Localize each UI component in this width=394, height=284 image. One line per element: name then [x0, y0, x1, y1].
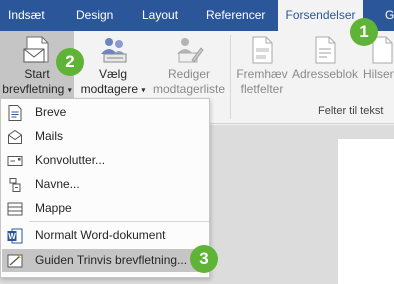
- start-mail-merge-menu: Breve Mails Konvolutter... Navne... Mapp…: [0, 98, 210, 278]
- highlight-merge-fields-button[interactable]: Fremhæv fletfelter: [233, 31, 291, 99]
- menu-item-directory[interactable]: Mappe: [2, 197, 209, 220]
- menu-item-letters-label: Breve: [35, 105, 67, 119]
- envelope-icon: [7, 156, 23, 166]
- select-recipients-label-2: modtagere ▾: [80, 82, 146, 96]
- menu-item-envelopes[interactable]: Konvolutter...: [2, 149, 209, 172]
- step-badge-3: 3: [190, 245, 218, 273]
- email-icon: [8, 129, 22, 144]
- step-badge-2: 2: [56, 48, 84, 76]
- highlight-merge-fields-label-2: fletfelter: [240, 82, 284, 96]
- edit-recipient-list-button[interactable]: Rediger modtagerliste: [150, 31, 228, 99]
- wizard-icon: [7, 254, 23, 268]
- labels-icon: [9, 178, 21, 192]
- menu-item-labels[interactable]: Navne...: [2, 173, 209, 196]
- highlight-merge-fields-icon: [252, 36, 273, 64]
- menu-item-normal-word-document-label: Normalt Word-dokument: [35, 228, 166, 242]
- select-recipients-icon: [101, 38, 127, 63]
- menu-item-envelopes-label: Konvolutter...: [35, 153, 106, 167]
- ribbon-group-label: Felter til tekst: [318, 105, 384, 117]
- menu-item-mail-merge-wizard-label: Guiden Trinvis brevfletning...: [35, 253, 188, 267]
- tab-insert[interactable]: Indsæt: [8, 0, 45, 31]
- tab-layout[interactable]: Layout: [142, 0, 178, 31]
- menu-separator: [29, 221, 209, 222]
- word-icon: W: [7, 228, 23, 244]
- address-block-label: Adresseblok: [291, 67, 359, 81]
- tab-references[interactable]: Referencer: [206, 0, 265, 31]
- letter-icon: [8, 105, 22, 121]
- menu-item-email-label: Mails: [35, 129, 64, 143]
- menu-item-normal-word-document[interactable]: W Normalt Word-dokument: [2, 224, 209, 247]
- edit-recipient-list-label-1: Rediger: [167, 67, 211, 81]
- ribbon-group-separator: [230, 35, 231, 119]
- start-mail-merge-icon: [23, 36, 49, 63]
- select-recipients-button[interactable]: Vælg modtagere ▾: [76, 31, 150, 99]
- menu-item-labels-label: Navne...: [35, 177, 80, 191]
- document-page[interactable]: [338, 139, 394, 284]
- step-badge-1: 1: [350, 18, 378, 46]
- edit-recipient-list-icon: [177, 38, 204, 63]
- ribbon-tab-bar: Indsæt Design Layout Referencer Forsende…: [0, 0, 394, 31]
- menu-item-letters[interactable]: Breve: [2, 101, 209, 124]
- address-block-button[interactable]: Adresseblok: [291, 31, 359, 99]
- menu-item-email[interactable]: Mails: [2, 125, 209, 148]
- menu-item-mail-merge-wizard[interactable]: Guiden Trinvis brevfletning...: [2, 249, 209, 272]
- edit-recipient-list-label-2: modtagerliste: [152, 82, 226, 96]
- address-block-icon: [315, 36, 336, 64]
- select-recipients-label-1: Vælg: [98, 67, 127, 81]
- tab-design[interactable]: Design: [76, 0, 113, 31]
- highlight-merge-fields-label-1: Fremhæv: [236, 67, 288, 81]
- greeting-line-label: Hilsen: [363, 67, 394, 81]
- start-mail-merge-label-2: brevfletning ▾: [2, 82, 72, 96]
- svg-text:W: W: [8, 232, 16, 241]
- directory-icon: [7, 202, 23, 216]
- tab-overflow[interactable]: G: [385, 0, 394, 31]
- menu-item-directory-label: Mappe: [35, 201, 72, 215]
